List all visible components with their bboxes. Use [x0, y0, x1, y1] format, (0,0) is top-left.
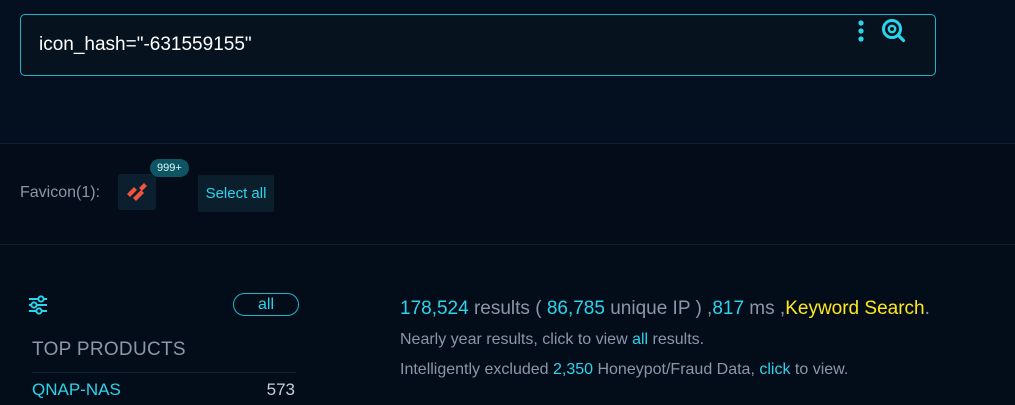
unique-ip-word: unique IP ) ,: [604, 298, 713, 319]
search-input[interactable]: [39, 31, 799, 59]
excluded-middle: Honeypot/Fraud Data,: [593, 361, 760, 378]
results-period: .: [924, 298, 930, 319]
top-products-divider: [32, 372, 296, 373]
view-excluded-link[interactable]: click: [759, 361, 790, 378]
top-products-title: TOP PRODUCTS: [32, 339, 186, 360]
excluded-prefix: Intelligently excluded: [400, 361, 553, 378]
favicon-logo-icon: [127, 183, 147, 201]
excluded-note: Intelligently excluded 2,350 Honeypot/Fr…: [400, 361, 848, 379]
view-all-link[interactable]: all: [632, 331, 648, 348]
sliders-icon[interactable]: [28, 295, 48, 315]
results-count: 178,524: [400, 298, 469, 319]
section-divider: [0, 244, 1015, 245]
year-note-suffix: results.: [648, 331, 705, 348]
results-summary: 178,524 results ( 86,785 unique IP ) ,81…: [400, 298, 930, 320]
search-icon[interactable]: [880, 17, 906, 43]
results-word: results (: [468, 298, 547, 319]
product-item-count: 573: [266, 380, 295, 399]
search-box[interactable]: [20, 14, 936, 76]
excluded-suffix: to view.: [790, 361, 849, 378]
product-item-name[interactable]: QNAP-NAS: [32, 380, 121, 400]
more-options-icon[interactable]: [855, 18, 867, 44]
favicon-label: Favicon(1):: [20, 184, 101, 201]
ms-word: ms ,: [744, 298, 786, 319]
favicon-count-badge: 999+: [150, 159, 189, 177]
query-time: 817: [712, 298, 745, 319]
select-all-button[interactable]: Select all: [198, 175, 274, 212]
excluded-count: 2,350: [552, 361, 594, 378]
year-note-prefix: Nearly year results, click to view: [400, 331, 633, 348]
all-filter-button[interactable]: all: [233, 293, 299, 316]
unique-ip-count: 86,785: [546, 298, 605, 319]
year-results-note: Nearly year results, click to view all r…: [400, 331, 704, 349]
favicon-item[interactable]: [118, 174, 156, 210]
keyword-search-link[interactable]: Keyword Search: [785, 298, 924, 319]
